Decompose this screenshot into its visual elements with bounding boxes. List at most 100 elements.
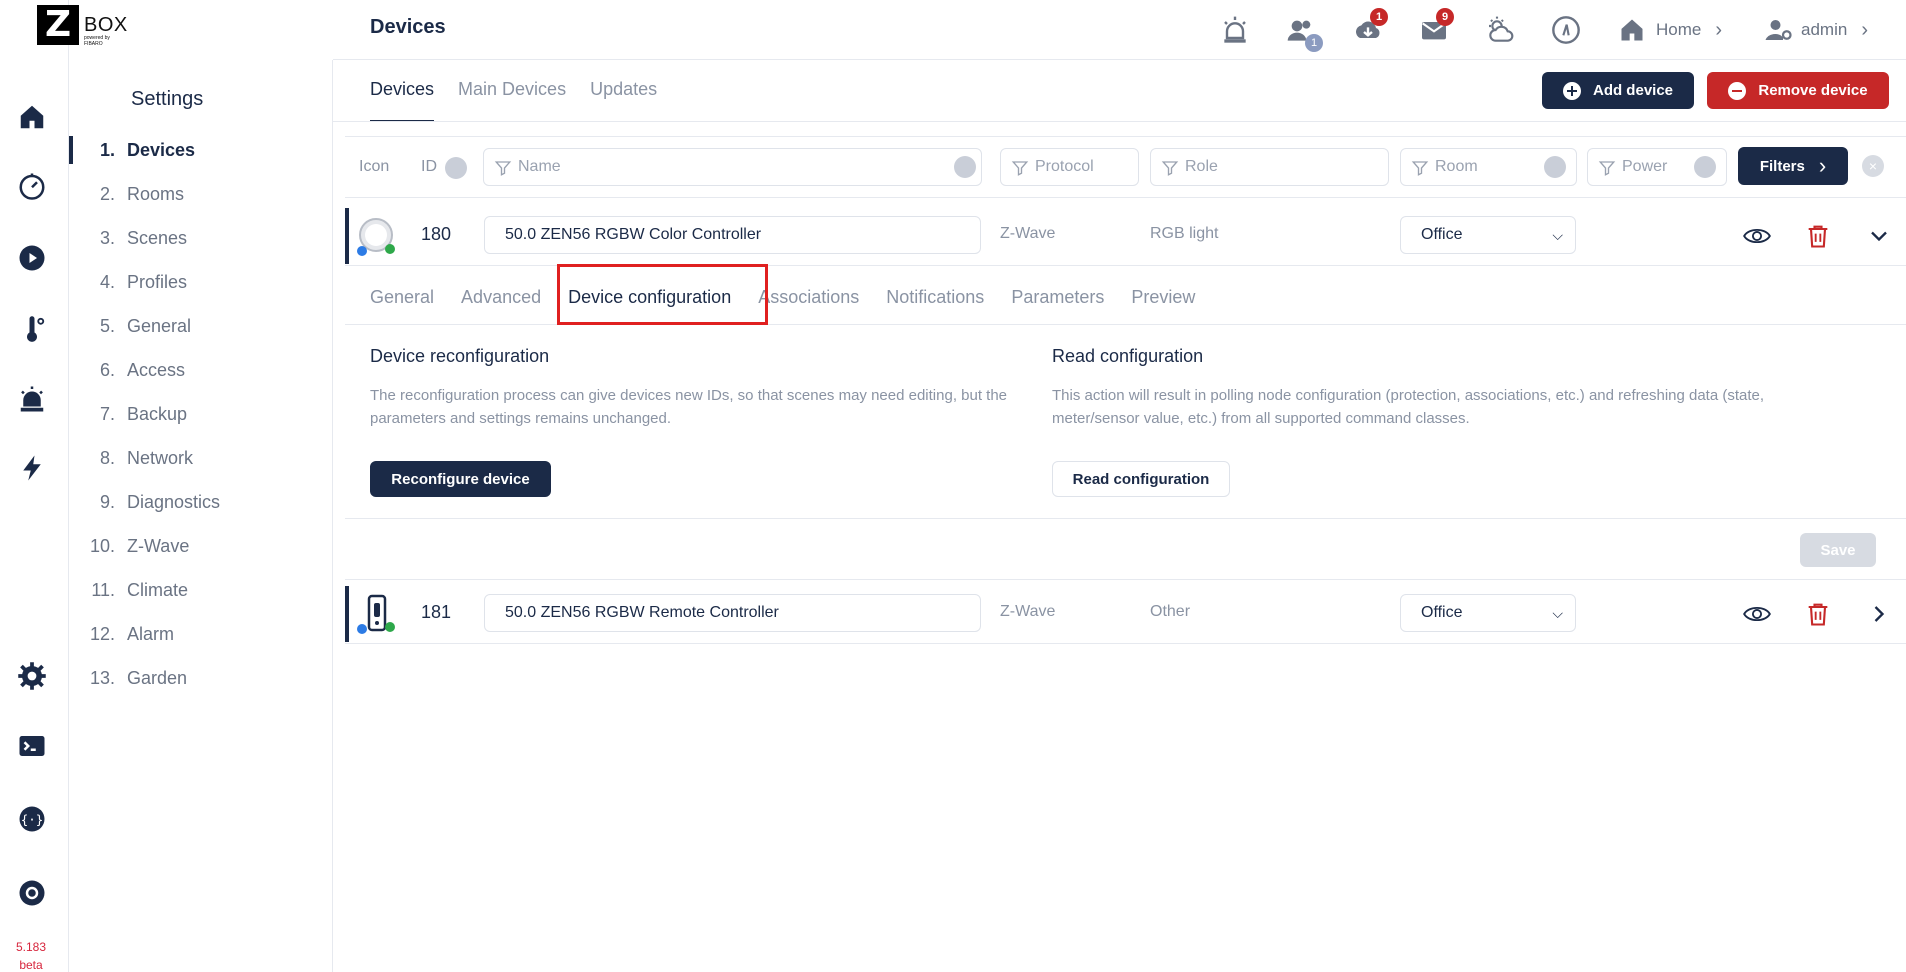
id-column-label: ID bbox=[421, 158, 437, 175]
read-configuration-button[interactable]: Read configuration bbox=[1052, 461, 1230, 497]
weather-icon[interactable] bbox=[1483, 12, 1519, 48]
sidebar-item-label: General bbox=[127, 315, 192, 336]
version-number: 5.183 bbox=[15, 940, 47, 954]
role-filter-input[interactable]: Role bbox=[1150, 148, 1389, 186]
device-protocol: Z-Wave bbox=[1000, 603, 1056, 620]
sidebar-item-backup[interactable]: 7. Backup bbox=[69, 392, 333, 436]
tab-parameters[interactable]: Parameters bbox=[1011, 284, 1104, 324]
home-breadcrumb-link[interactable]: Home › bbox=[1618, 12, 1722, 48]
reconfig-description: The reconfiguration process can give dev… bbox=[370, 384, 1050, 430]
id-sort-icon[interactable] bbox=[445, 157, 467, 179]
terminal-icon[interactable] bbox=[16, 730, 48, 762]
sidebar-item-rooms[interactable]: 2. Rooms bbox=[69, 172, 333, 216]
tab-devices[interactable]: Devices bbox=[370, 78, 435, 122]
chevron-right-icon[interactable] bbox=[1865, 600, 1893, 628]
icon-rail: Z BOX powered by FIBARO {·} 5.183 beta bbox=[0, 0, 127, 972]
sidebar-item-general[interactable]: 5. General bbox=[69, 304, 333, 348]
home-icon[interactable] bbox=[16, 101, 48, 133]
sidebar-item-garden[interactable]: 13. Garden bbox=[69, 656, 333, 700]
settings-gear-icon[interactable] bbox=[16, 660, 48, 692]
reconfigure-device-button[interactable]: Reconfigure device bbox=[370, 461, 551, 497]
tab-advanced[interactable]: Advanced bbox=[461, 284, 541, 324]
thermometer-icon[interactable] bbox=[16, 314, 48, 346]
room-filter-input[interactable]: Room bbox=[1400, 148, 1577, 186]
sidebar-item-label: Profiles bbox=[127, 271, 188, 292]
table-row[interactable]: 181 50.0 ZEN56 RGBW Remote Controller Z-… bbox=[345, 582, 1906, 644]
alarm-siren-icon[interactable] bbox=[16, 383, 48, 415]
tab-updates[interactable]: Updates bbox=[590, 78, 657, 122]
reconfig-desc-line-1: The reconfiguration process can give dev… bbox=[370, 387, 1008, 404]
tab-notifications[interactable]: Notifications bbox=[886, 284, 984, 324]
sidebar-item-label: Network bbox=[127, 447, 194, 468]
name-filter-input[interactable]: Name bbox=[483, 148, 982, 186]
chevron-right-icon: › bbox=[1861, 18, 1868, 41]
sidebar-item-num: 11. bbox=[91, 579, 115, 600]
device-protocol: Z-Wave bbox=[1000, 225, 1056, 242]
sidebar-item-num: 7. bbox=[99, 403, 115, 424]
sidebar-item-network[interactable]: 8. Network bbox=[69, 436, 333, 480]
dashboard-clock-icon[interactable] bbox=[16, 170, 48, 202]
funnel-icon bbox=[1598, 161, 1616, 176]
zbox-logo[interactable]: Z BOX powered by FIBARO bbox=[37, 5, 129, 47]
devices-tabs: Devices Main Devices Updates bbox=[370, 78, 681, 122]
mail-icon[interactable]: 9 bbox=[1416, 8, 1454, 48]
remove-device-button[interactable]: Remove device bbox=[1707, 72, 1889, 109]
room-select[interactable]: Office ⌵ bbox=[1400, 594, 1576, 632]
api-braces-icon[interactable]: {·} bbox=[16, 803, 48, 835]
sidebar-item-scenes[interactable]: 3. Scenes bbox=[69, 216, 333, 260]
sidebar-item-zwave[interactable]: 10. Z-Wave bbox=[69, 524, 333, 568]
sidebar-item-alarm[interactable]: 12. Alarm bbox=[69, 612, 333, 656]
cloud-download-icon[interactable]: 1 bbox=[1350, 8, 1388, 48]
help-lifebuoy-icon[interactable] bbox=[16, 877, 48, 909]
admin-label: admin bbox=[1801, 20, 1848, 39]
sidebar-item-num: 8. bbox=[99, 447, 115, 468]
filters-button[interactable]: Filters › bbox=[1738, 147, 1848, 185]
sidebar-item-devices[interactable]: 1. Devices bbox=[69, 128, 333, 172]
trash-icon[interactable] bbox=[1804, 600, 1832, 628]
admin-user-link[interactable]: admin › bbox=[1763, 12, 1868, 48]
sidebar-item-label: Scenes bbox=[127, 227, 188, 248]
funnel-icon bbox=[1011, 161, 1029, 176]
chevron-down-icon: ⌵ bbox=[1552, 227, 1563, 243]
tab-main-devices[interactable]: Main Devices bbox=[458, 78, 566, 122]
power-filter-input[interactable]: Power bbox=[1587, 148, 1727, 186]
device-name-field[interactable]: 50.0 ZEN56 RGBW Color Controller bbox=[484, 216, 981, 254]
add-device-button[interactable]: Add device bbox=[1542, 72, 1694, 109]
device-role: Other bbox=[1150, 603, 1191, 620]
name-sort-icon[interactable] bbox=[954, 156, 976, 178]
device-detail-tabs: General Advanced Device configuration As… bbox=[370, 284, 1222, 324]
clear-filters-close-icon[interactable]: × bbox=[1862, 155, 1884, 177]
sidebar-item-access[interactable]: 6. Access bbox=[69, 348, 333, 392]
room-select-value: Office bbox=[1421, 604, 1463, 621]
room-select[interactable]: Office ⌵ bbox=[1400, 216, 1576, 254]
protocol-filter-input[interactable]: Protocol bbox=[1000, 148, 1139, 186]
sidebar-item-profiles[interactable]: 4. Profiles bbox=[69, 260, 333, 304]
tab-general[interactable]: General bbox=[370, 284, 434, 324]
power-sort-icon[interactable] bbox=[1694, 156, 1716, 178]
eye-icon[interactable] bbox=[1743, 600, 1771, 628]
sidebar-item-label: Rooms bbox=[127, 183, 185, 204]
tab-preview[interactable]: Preview bbox=[1131, 284, 1195, 324]
trash-icon[interactable] bbox=[1804, 222, 1832, 250]
room-sort-icon[interactable] bbox=[1544, 156, 1566, 178]
users-icon[interactable]: 1 bbox=[1283, 12, 1323, 52]
tab-associations[interactable]: Associations bbox=[758, 284, 859, 324]
sidebar-item-diagnostics[interactable]: 9. Diagnostics bbox=[69, 480, 333, 524]
alarm-siren-icon[interactable] bbox=[1217, 12, 1253, 48]
energy-bolt-icon[interactable] bbox=[16, 452, 48, 484]
users-badge: 1 bbox=[1305, 34, 1323, 52]
scenes-play-icon[interactable] bbox=[16, 242, 48, 274]
chevron-down-icon[interactable] bbox=[1865, 222, 1893, 250]
role-filter-placeholder: Role bbox=[1185, 158, 1218, 175]
messages-badge: 9 bbox=[1436, 8, 1454, 26]
home-icon bbox=[1621, 19, 1643, 41]
sidebar-item-num: 5. bbox=[99, 315, 115, 336]
sidebar-item-climate[interactable]: 11. Climate bbox=[69, 568, 333, 612]
save-button[interactable]: Save bbox=[1800, 533, 1876, 567]
table-row[interactable]: 180 50.0 ZEN56 RGBW Color Controller Z-W… bbox=[345, 204, 1906, 266]
reconfig-desc-line-2: parameters and settings remains unchange… bbox=[370, 410, 672, 427]
gauge-icon[interactable] bbox=[1548, 12, 1584, 48]
device-name-field[interactable]: 50.0 ZEN56 RGBW Remote Controller bbox=[484, 594, 981, 632]
sidebar-item-num: 1. bbox=[99, 139, 115, 160]
eye-icon[interactable] bbox=[1743, 222, 1771, 250]
